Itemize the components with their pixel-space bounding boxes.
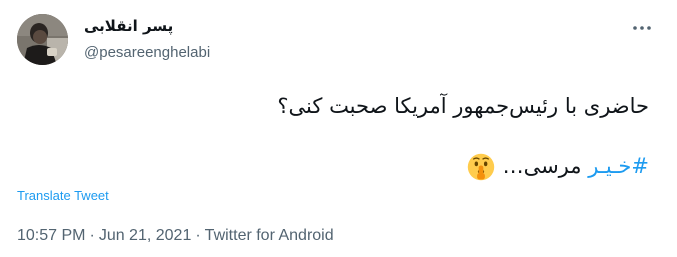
tweet-text-line-2-rest: مرسی… bbox=[502, 154, 589, 178]
more-options-button[interactable] bbox=[629, 18, 655, 38]
author-info: پسر انقلابی @pesareenghelabi bbox=[84, 16, 384, 63]
user-handle[interactable]: @pesareenghelabi bbox=[84, 43, 384, 63]
avatar[interactable] bbox=[17, 14, 68, 65]
tweet-source[interactable]: Twitter for Android bbox=[205, 227, 334, 244]
tweet-date[interactable]: Jun 21, 2021 bbox=[99, 227, 192, 244]
translate-tweet-link[interactable]: Translate Tweet bbox=[17, 188, 109, 204]
tweet-card: پسر انقلابی @pesareenghelabi حاضری با رئ… bbox=[0, 0, 677, 257]
tweet-meta: 10:57 PM · Jun 21, 2021 · Twitter for Androi… bbox=[17, 226, 334, 246]
meta-separator-2: · bbox=[195, 227, 201, 244]
tweet-time[interactable]: 10:57 PM bbox=[17, 227, 85, 244]
more-dots-icon bbox=[633, 26, 651, 30]
display-name[interactable]: پسر انقلابی bbox=[84, 16, 173, 36]
tweet-text-line-1: حاضری با رئیس‌جمهور آمریکا صحبت کنی؟ bbox=[277, 94, 649, 118]
tweet-text-line-2: #خـیـر مرسی… bbox=[49, 151, 649, 181]
shushing-face-icon bbox=[467, 153, 494, 181]
avatar-photo-icon bbox=[17, 14, 68, 65]
hashtag-link[interactable]: #خـیـر bbox=[588, 154, 649, 178]
tweet-text: حاضری با رئیس‌جمهور آمریکا صحبت کنی؟ #خـ… bbox=[49, 91, 649, 181]
meta-separator: · bbox=[89, 227, 95, 244]
